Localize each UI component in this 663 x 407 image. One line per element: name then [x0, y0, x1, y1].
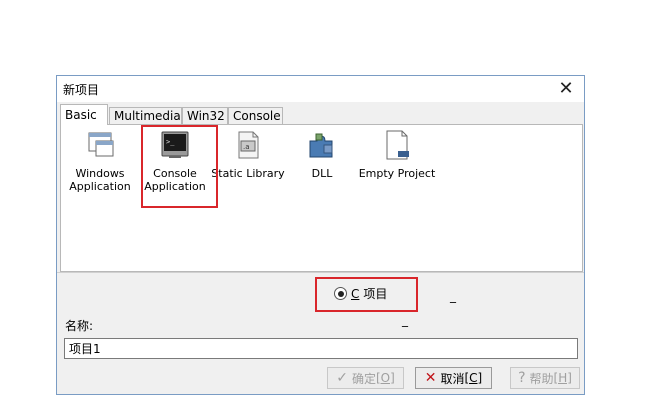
dialog-title: 新项目 [63, 83, 100, 97]
window-app-icon [88, 132, 114, 157]
name-label: 名称: [65, 319, 94, 333]
hidden-option-marker: _ [402, 313, 408, 327]
svg-text:.a: .a [243, 143, 250, 151]
close-icon[interactable]: ✕ [554, 77, 578, 101]
help-button-shortcut: [H] [553, 371, 572, 385]
hidden-option-marker: _ [450, 289, 456, 303]
help-button[interactable]: ? 帮助 [H] [510, 367, 580, 389]
new-project-dialog: 新项目 ✕ Basic Multimedia Win32 Console Win… [56, 75, 585, 395]
template-label-line1: DLL [311, 167, 333, 180]
template-panel: Windows Application >_ Console Applicati… [60, 124, 583, 272]
template-static-library[interactable]: .a Static Library [209, 129, 287, 180]
highlight-console-application [141, 125, 218, 208]
template-label-line1: Static Library [211, 167, 285, 180]
checkmark-icon: ✓ [336, 370, 348, 386]
template-label-line2: Application [69, 180, 131, 193]
tab-win32[interactable]: Win32 [182, 107, 228, 124]
template-empty-project[interactable]: Empty Project [358, 129, 436, 180]
cancel-x-icon: ✕ [424, 370, 437, 386]
tab-console[interactable]: Console [228, 107, 283, 124]
help-button-label: 帮助 [529, 371, 554, 386]
highlight-c-project-option [315, 277, 418, 312]
empty-project-icon [386, 130, 409, 160]
cancel-button-shortcut: [C] [464, 371, 483, 385]
static-library-icon: .a [238, 131, 259, 159]
cancel-button-label: 取消 [440, 371, 465, 386]
title-bar: 新项目 ✕ [57, 76, 584, 102]
ok-button-label: 确定 [351, 371, 376, 386]
template-label-line1: Empty Project [358, 167, 436, 180]
template-label-line1: Windows [75, 167, 125, 180]
name-input[interactable] [64, 338, 578, 359]
dll-puzzle-icon [309, 133, 333, 158]
question-mark-icon: ? [518, 370, 526, 386]
cancel-button[interactable]: ✕ 取消 [C] [415, 367, 492, 389]
ok-button-shortcut: [O] [375, 371, 395, 385]
template-dll[interactable]: DLL [283, 129, 361, 180]
tab-basic[interactable]: Basic [60, 104, 108, 125]
template-windows-application[interactable]: Windows Application [61, 129, 139, 193]
tab-multimedia[interactable]: Multimedia [109, 107, 182, 124]
ok-button[interactable]: ✓ 确定 [O] [327, 367, 404, 389]
divider [57, 272, 584, 273]
